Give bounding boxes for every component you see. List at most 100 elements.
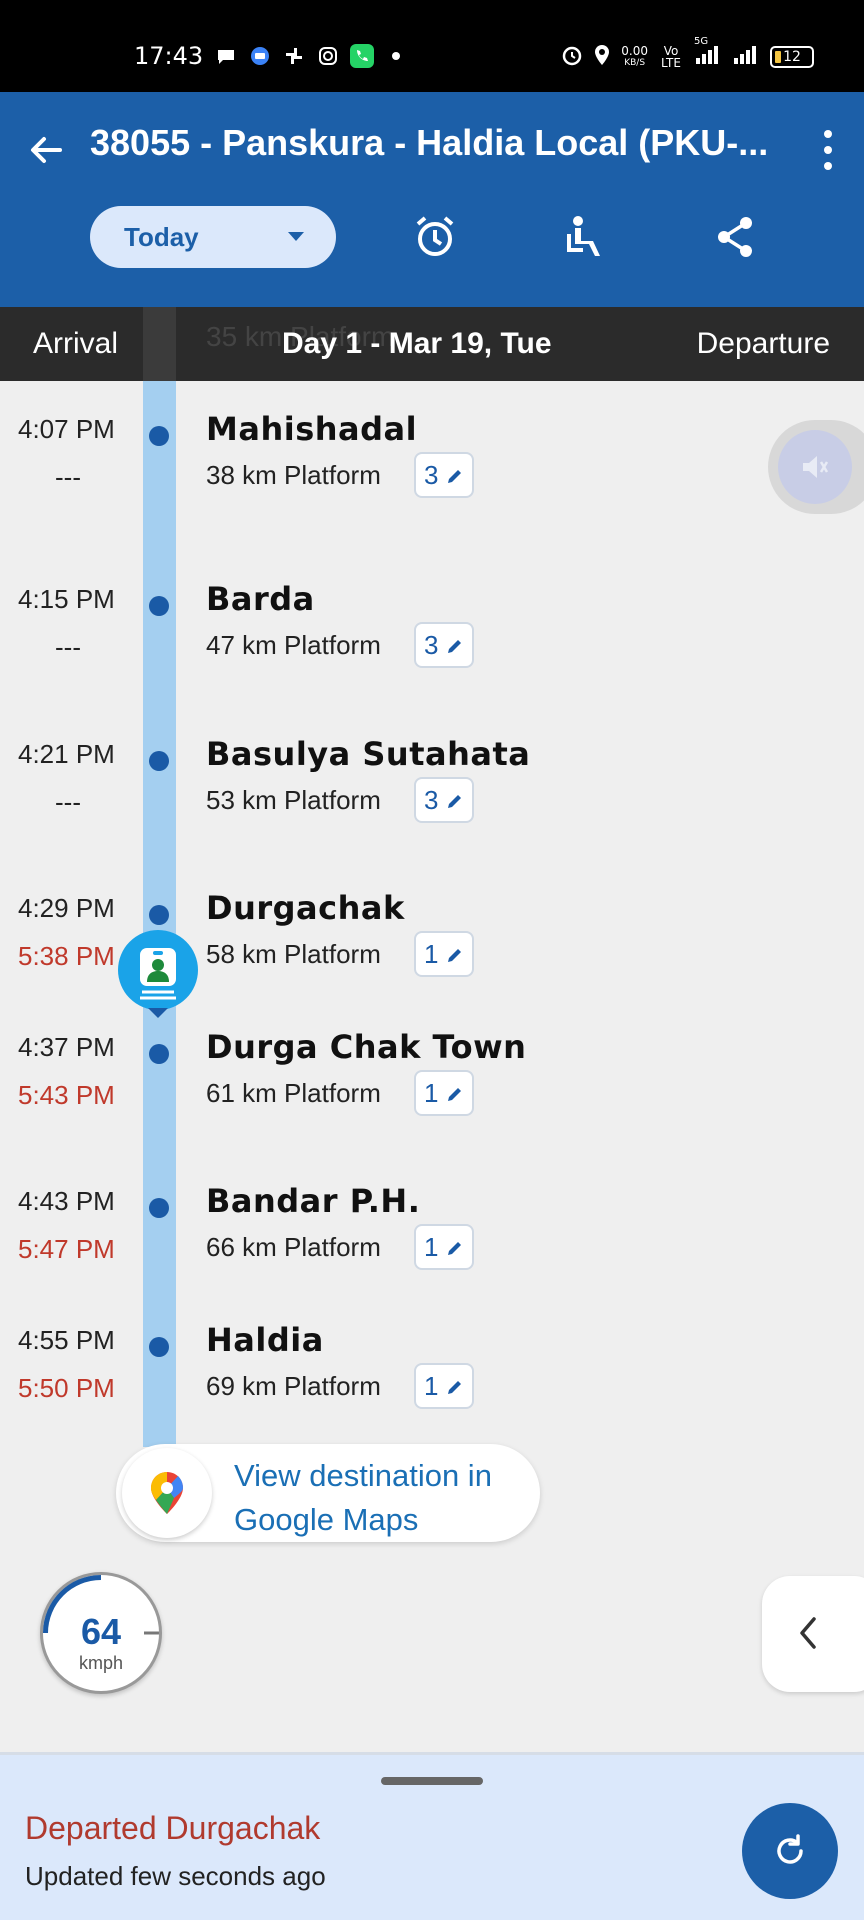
arrival-time: 4:29 PM — [18, 893, 115, 923]
view-in-google-maps-button[interactable]: View destination in Google Maps — [116, 1444, 540, 1542]
stop-item[interactable]: 4:37 PM 5:43 PM Durga Chak Town 61 km Pl… — [0, 1028, 864, 1132]
platform-edit-button[interactable]: 1 — [414, 1363, 474, 1409]
station-name: Durga Chak Town — [206, 1028, 527, 1066]
status-time: 17:43 — [134, 42, 204, 70]
chat-icon — [214, 44, 238, 68]
platform-label: Platform — [284, 460, 381, 490]
battery-level: 12 — [783, 49, 801, 65]
phone-call-icon — [350, 44, 374, 68]
day-selector-dropdown[interactable]: Today — [90, 206, 336, 268]
platform-edit-button[interactable]: 3 — [414, 622, 474, 668]
last-updated-text: Updated few seconds ago — [25, 1861, 326, 1891]
station-info: 69 km Platform — [206, 1371, 381, 1402]
stop-dot — [149, 1337, 169, 1357]
more-options-button[interactable] — [822, 130, 834, 170]
platform-label: Platform — [284, 785, 381, 815]
stop-dot — [149, 1198, 169, 1218]
station-name: Mahishadal — [206, 410, 418, 448]
distance: 61 km — [206, 1078, 277, 1108]
departure-time: 5:43 PM — [18, 1080, 115, 1110]
platform-edit-button[interactable]: 1 — [414, 1224, 474, 1270]
platform-number: 1 — [424, 938, 439, 969]
seat-icon — [567, 216, 600, 256]
net-speed-value: 0.00 — [621, 44, 648, 58]
more-dot-icon — [824, 130, 832, 138]
chevron-left-icon — [800, 1617, 816, 1649]
signal-icon — [732, 44, 760, 70]
arrival-time: 4:15 PM — [18, 584, 115, 614]
arrival-time: 4:55 PM — [18, 1325, 115, 1355]
pencil-icon — [448, 795, 461, 808]
message-icon — [248, 44, 272, 68]
stop-item[interactable]: 4:07 PM --- Mahishadal 38 km Platform 3 — [0, 410, 864, 514]
platform-number: 1 — [424, 1077, 439, 1108]
station-name: Basulya Sutahata — [206, 735, 531, 773]
stop-dot — [149, 596, 169, 616]
notification-icons — [214, 44, 400, 68]
stop-item[interactable]: 4:21 PM --- Basulya Sutahata 53 km Platf… — [0, 735, 864, 839]
station-name: Durgachak — [206, 889, 405, 927]
station-info: 58 km Platform — [206, 939, 381, 970]
platform-number: 3 — [424, 459, 439, 490]
dot-icon — [392, 52, 400, 60]
live-status-sheet[interactable]: Departed Durgachak Updated few seconds a… — [0, 1752, 864, 1920]
platform-label: Platform — [284, 1232, 381, 1262]
platform-label: Platform — [284, 939, 381, 969]
net-speed: 0.00 KB/S — [621, 45, 648, 69]
view-in-google-maps-label: View destination in Google Maps — [234, 1458, 492, 1537]
platform-label: Platform — [284, 630, 381, 660]
more-dot-icon — [824, 162, 832, 170]
system-icons: 0.00 KB/S Vo LTE 5G 12 — [561, 36, 814, 70]
departure-time: --- — [55, 462, 81, 492]
departure-time: --- — [55, 632, 81, 662]
station-info: 66 km Platform — [206, 1232, 381, 1263]
google-maps-pin-icon — [122, 1448, 212, 1538]
distance: 53 km — [206, 785, 277, 815]
arrival-column-label: Arrival — [33, 327, 119, 360]
refresh-button[interactable] — [742, 1803, 838, 1899]
location-icon — [593, 44, 611, 70]
station-info: 61 km Platform — [206, 1078, 381, 1109]
station-info: 38 km Platform — [206, 460, 381, 491]
platform-number: 3 — [424, 629, 439, 660]
stop-dot — [149, 426, 169, 446]
platform-edit-button[interactable]: 1 — [414, 1070, 474, 1116]
stop-item[interactable]: 4:43 PM 5:47 PM Bandar P.H. 66 km Platfo… — [0, 1182, 864, 1286]
train-position-marker[interactable] — [118, 930, 198, 1020]
train-icon — [118, 930, 198, 1018]
speaker-muted-icon — [778, 430, 852, 504]
volte-label: Vo LTE — [661, 44, 681, 70]
train-title: 38055 - Panskura - Haldia Local (PKU-... — [90, 122, 769, 163]
platform-edit-button[interactable]: 3 — [414, 777, 474, 823]
app-header: 38055 - Panskura - Haldia Local (PKU-...… — [0, 92, 864, 307]
stop-item[interactable]: 4:55 PM 5:50 PM Haldia 69 km Platform 1 — [0, 1321, 864, 1425]
arrival-time: 4:43 PM — [18, 1186, 115, 1216]
net-speed-unit: KB/S — [624, 58, 646, 68]
day-date-label: Day 1 - Mar 19, Tue — [282, 327, 552, 360]
pencil-icon — [448, 1381, 461, 1394]
pencil-icon — [448, 470, 461, 483]
side-panel-toggle[interactable] — [762, 1576, 864, 1692]
sheet-drag-handle[interactable] — [381, 1777, 483, 1785]
station-info: 47 km Platform — [206, 630, 381, 661]
departure-time: --- — [55, 787, 81, 817]
instagram-icon — [316, 44, 340, 68]
station-name: Haldia — [206, 1321, 324, 1359]
distance: 69 km — [206, 1371, 277, 1401]
station-info: 53 km Platform — [206, 785, 381, 816]
alarm-button[interactable] — [410, 212, 460, 262]
speed-value: 64 — [80, 1611, 122, 1652]
arrival-time: 4:07 PM — [18, 414, 115, 444]
refresh-icon — [777, 1834, 803, 1864]
arrival-time: 4:37 PM — [18, 1032, 115, 1062]
station-name: Bandar P.H. — [206, 1182, 421, 1220]
back-button[interactable] — [26, 130, 66, 170]
stop-item[interactable]: 4:15 PM --- Barda 47 km Platform 3 — [0, 580, 864, 684]
audio-toggle-button[interactable] — [768, 420, 864, 514]
platform-edit-button[interactable]: 1 — [414, 931, 474, 977]
signal-icon: 5G — [694, 36, 722, 70]
seat-availability-button[interactable] — [561, 212, 611, 262]
share-button[interactable] — [710, 212, 760, 262]
platform-edit-button[interactable]: 3 — [414, 452, 474, 498]
timetable-column-header: 35 km Platform Arrival Day 1 - Mar 19, T… — [0, 307, 864, 381]
